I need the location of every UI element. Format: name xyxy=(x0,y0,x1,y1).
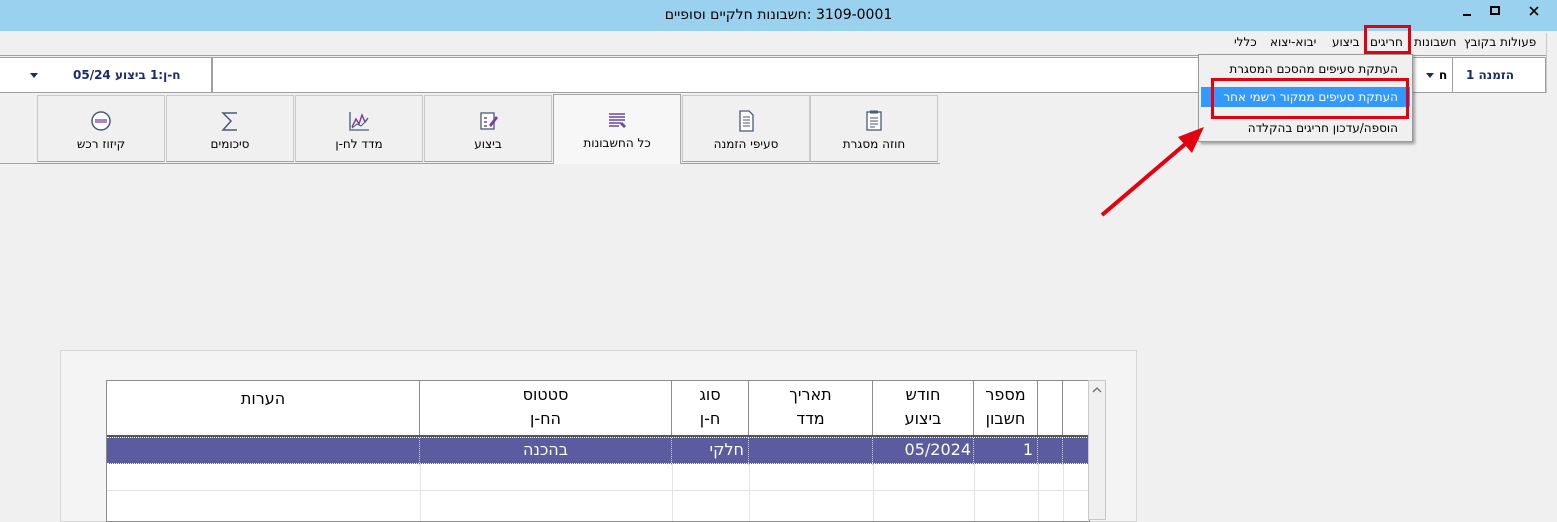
grid-line xyxy=(873,464,874,521)
tab-label: קיזוז רכש xyxy=(76,137,126,151)
tab-label: מדד לח-ן xyxy=(335,137,383,151)
cell-status[interactable]: בהכנה xyxy=(420,438,672,465)
tab-summaries[interactable]: סיכומים xyxy=(166,95,294,162)
grid-line xyxy=(1063,464,1064,521)
maximize-button[interactable] xyxy=(1481,2,1509,22)
accounts-grid: הערות סטטוס הח-ן סוג ח-ן תאריך מדד חודש … xyxy=(106,380,1090,522)
annotation-box-exceptions-menu xyxy=(1364,25,1411,54)
cell-index-date[interactable] xyxy=(749,438,873,465)
tab-label: חוזה מסגרת xyxy=(842,137,906,151)
order-items-icon xyxy=(683,110,809,132)
header-account-number[interactable]: מספר חשבון xyxy=(974,381,1038,435)
grid-line xyxy=(420,464,421,521)
menu-execution[interactable]: ביצוע xyxy=(1332,35,1360,49)
chevron-down-icon[interactable] xyxy=(30,73,38,78)
grid-line xyxy=(749,464,750,521)
menu-import-export[interactable]: יבוא-יצוא xyxy=(1270,35,1316,49)
menu-general[interactable]: כללי xyxy=(1234,35,1257,49)
grid-scrollbar[interactable] xyxy=(1088,380,1106,520)
cell-blank xyxy=(1063,438,1089,465)
grid-line xyxy=(1038,464,1039,521)
menu-bar: פעולות בקובץ חשבונות חריגים ביצוע יבוא-י… xyxy=(0,31,1557,55)
cell-blank xyxy=(1038,438,1063,465)
header-notes-label: הערות xyxy=(240,389,286,408)
sigma-icon xyxy=(167,110,293,132)
menu-item-add-update-exceptions[interactable]: הוספה/עדכון חריגים בהקלדה xyxy=(1201,118,1410,138)
scroll-up-icon[interactable] xyxy=(1089,383,1105,397)
tab-label: ביצוע xyxy=(474,137,502,151)
header-type[interactable]: סוג ח-ן xyxy=(672,381,749,435)
menu-item-copy-from-framework[interactable]: העתקת סעיפים מהסכם המסגרת xyxy=(1201,59,1410,79)
maximize-icon xyxy=(1490,6,1500,15)
annotation-arrow-icon xyxy=(1100,127,1204,217)
close-button[interactable] xyxy=(1514,2,1554,22)
title-bar: 3109-0001 :חשבונות חלקיים וסופיים xyxy=(0,0,1557,32)
tab-index[interactable]: מדד לח-ן xyxy=(295,95,423,162)
execution-combo-value: ח-ן:1 ביצוע 05/24 xyxy=(73,68,181,82)
tab-order-items[interactable]: סעיפי הזמנה xyxy=(682,95,810,162)
tab-label: סעיפי הזמנה xyxy=(713,137,779,151)
menu-file-actions[interactable]: פעולות בקובץ xyxy=(1464,35,1536,49)
partial-letter: ח xyxy=(1439,68,1448,82)
close-icon xyxy=(1529,6,1539,16)
index-chart-icon xyxy=(296,110,422,132)
order-label: הזמנה 1 xyxy=(1466,68,1514,82)
tab-baseline xyxy=(0,163,940,164)
offset-icon xyxy=(38,110,164,132)
chevron-down-icon[interactable] xyxy=(1426,73,1434,78)
all-accounts-icon xyxy=(554,109,680,131)
cell-account-number[interactable]: 1 xyxy=(974,438,1038,465)
tab-all-accounts[interactable]: כל החשבונות xyxy=(553,94,681,164)
header-execution-month[interactable]: חודש ביצוע xyxy=(873,381,974,435)
tab-label: כל החשבונות xyxy=(583,136,651,150)
header-status[interactable]: סטטוס הח-ן xyxy=(420,381,672,435)
minimize-button[interactable] xyxy=(1453,2,1481,22)
tab-purchase-offset[interactable]: קיזוז רכש xyxy=(37,95,165,162)
window-title: 3109-0001 :חשבונות חלקיים וסופיים xyxy=(664,7,893,23)
table-row[interactable]: בהכנה חלקי 05/2024 1 xyxy=(107,437,1089,465)
tab-framework-contract[interactable]: חוזה מסגרת xyxy=(810,95,938,162)
execution-icon xyxy=(425,110,551,132)
contract-icon xyxy=(811,110,937,132)
annotation-box-menu-item xyxy=(1211,78,1409,119)
header-notes[interactable]: הערות xyxy=(107,381,420,435)
grid-line xyxy=(672,464,673,521)
grid-line xyxy=(974,464,975,521)
cell-type[interactable]: חלקי xyxy=(672,438,749,465)
header-blank-2 xyxy=(1063,381,1089,435)
execution-combo[interactable]: ח-ן:1 ביצוע 05/24 xyxy=(0,57,212,93)
tab-label: סיכומים xyxy=(210,137,250,151)
tab-execution[interactable]: ביצוע xyxy=(424,95,552,162)
cell-execution-month[interactable]: 05/2024 xyxy=(873,438,974,465)
grid-line xyxy=(107,490,1089,491)
menu-accounts[interactable]: חשבונות xyxy=(1414,35,1457,49)
cell-notes[interactable] xyxy=(107,438,420,465)
order-combo[interactable]: הזמנה 1 xyxy=(1452,57,1546,93)
side-scroll xyxy=(1546,33,1557,93)
minimize-icon xyxy=(1463,14,1471,16)
header-blank-1 xyxy=(1038,381,1063,435)
header-index-date[interactable]: תאריך מדד xyxy=(749,381,873,435)
